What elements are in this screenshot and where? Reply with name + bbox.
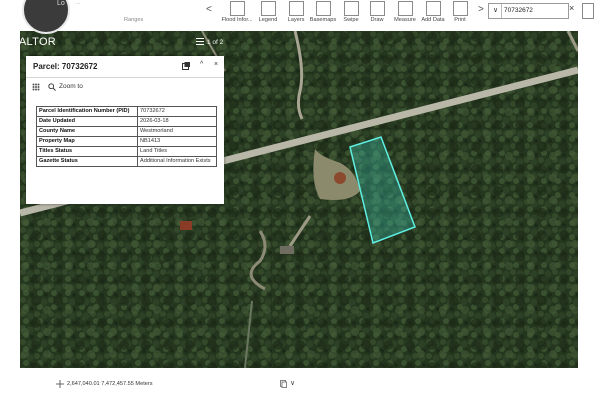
table-row: Property Map NB1413: [36, 136, 217, 147]
actions-menu-icon[interactable]: [32, 83, 40, 91]
paging-text: 1 of 2: [207, 39, 224, 46]
attribute-value: Additional Information Exists: [137, 156, 217, 167]
zoom-icon: [48, 83, 56, 91]
search-input[interactable]: [504, 5, 564, 16]
search-box: ∨: [488, 3, 569, 19]
table-row: Parcel Identification Number (PID) 70732…: [36, 106, 217, 117]
add-data-icon: [426, 1, 441, 16]
layers-icon: [289, 1, 304, 16]
top-toolbar: ... Ranges < Flood Infor... Legend Layer…: [0, 0, 600, 31]
attribute-key: Date Updated: [36, 116, 138, 127]
draw-icon: [370, 1, 385, 16]
building: [334, 172, 346, 184]
logo-badge: Lo: [22, 0, 70, 34]
search-source-dropdown[interactable]: ∨: [490, 4, 502, 18]
feature-paging[interactable]: 1 of 2: [196, 37, 230, 51]
realtor-logo: Lo REALTOR: [0, 0, 70, 48]
attribute-key: Gazette Status: [36, 156, 138, 167]
toolbar-next-arrow[interactable]: >: [478, 4, 484, 15]
prev-tool-label: Ranges: [124, 17, 144, 23]
popup-divider: [26, 77, 224, 78]
coordinate-bar: 2,647,040.01 7,472,457.55 Meters ∨: [0, 368, 600, 400]
crosshair-icon[interactable]: [56, 380, 64, 388]
table-row: Gazette Status Additional Information Ex…: [36, 156, 217, 167]
table-row: County Name Westmorland: [36, 126, 217, 137]
basemaps-icon: [316, 1, 331, 16]
legend-icon: [261, 1, 276, 16]
attribute-key: Property Map: [36, 136, 138, 147]
toolbar-muted-text: ...: [76, 0, 81, 6]
flood-icon: [230, 1, 245, 16]
attribute-key: Parcel Identification Number (PID): [36, 106, 138, 117]
print-button[interactable]: Print: [441, 0, 479, 31]
coordinate-system-dropdown[interactable]: ∨: [290, 379, 295, 387]
attribute-value: Westmorland: [137, 126, 217, 137]
measure-icon: [398, 1, 413, 16]
attribute-value: 70732672: [137, 106, 217, 117]
print-icon: [453, 1, 468, 16]
list-icon: [196, 38, 204, 45]
dock-icon[interactable]: [182, 62, 190, 70]
table-row: Titles Status Land Titles: [36, 146, 217, 157]
logo-badge-text: Lo: [57, 0, 65, 7]
attribute-value: Land Titles: [137, 146, 217, 157]
copy-icon[interactable]: [280, 380, 287, 388]
close-icon[interactable]: ×: [214, 61, 218, 68]
search-clear-button[interactable]: ×: [569, 3, 574, 13]
logo-text: REALTOR: [3, 36, 57, 48]
collapse-icon[interactable]: ^: [200, 61, 203, 68]
zoom-to-label: Zoom to: [59, 83, 83, 90]
parcel-popup: Parcel: 70732672 ^ × Zoom to Parcel Iden…: [26, 56, 224, 204]
attribute-value: NB1413: [137, 136, 217, 147]
tool-label: Print: [454, 17, 466, 23]
app-frame: ... Ranges < Flood Infor... Legend Layer…: [0, 0, 600, 400]
swipe-icon: [344, 1, 359, 16]
table-row: Date Updated 2026-03-18: [36, 116, 217, 127]
coordinate-readout: 2,647,040.01 7,472,457.55 Meters: [67, 381, 153, 387]
building: [180, 221, 192, 230]
toolbar-prev-arrow[interactable]: <: [206, 4, 212, 15]
popup-title: Parcel: 70732672: [33, 62, 98, 71]
attribute-key: County Name: [36, 126, 138, 137]
search-button[interactable]: [582, 3, 594, 19]
attribute-key: Titles Status: [36, 146, 138, 157]
attribute-table: Parcel Identification Number (PID) 70732…: [36, 106, 217, 167]
attribute-value: 2026-03-18: [137, 116, 217, 127]
